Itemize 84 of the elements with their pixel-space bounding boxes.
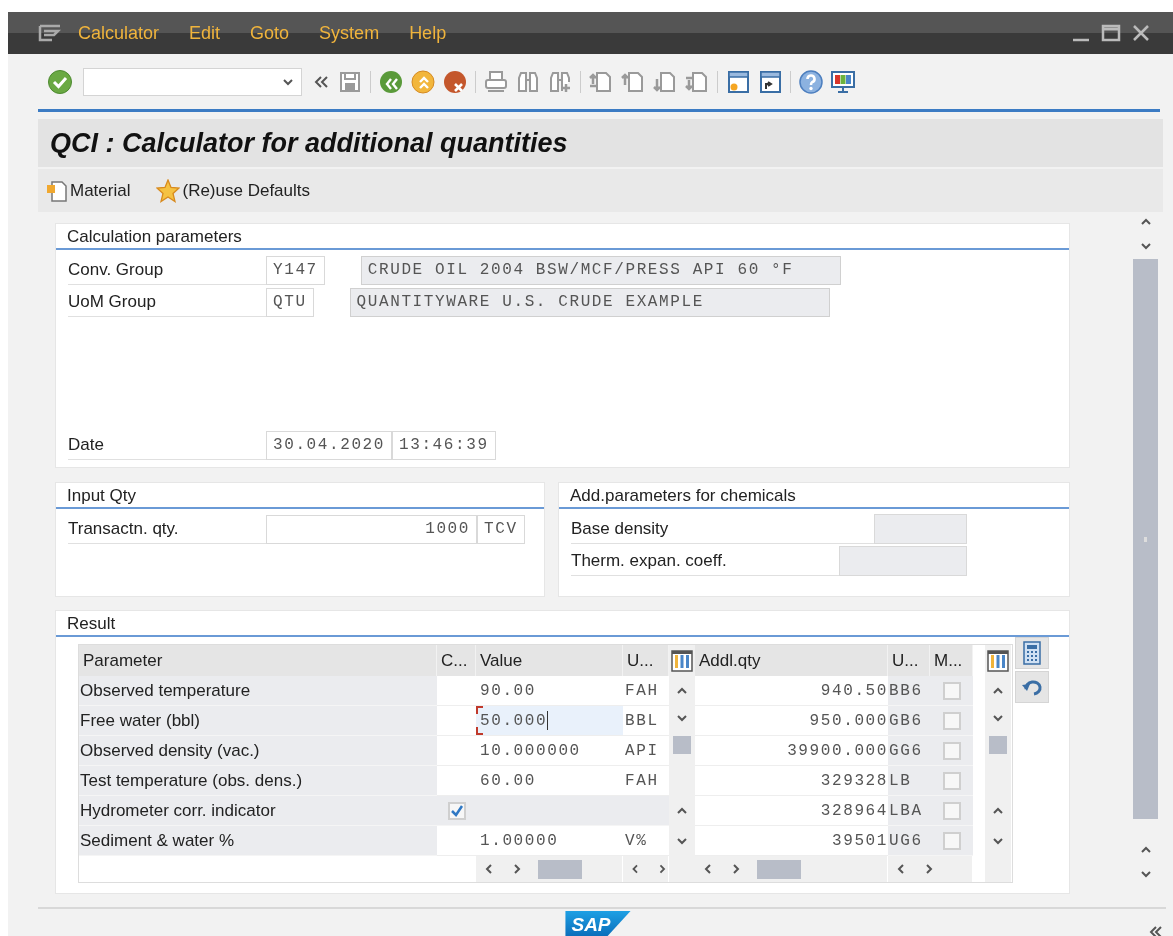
print-icon[interactable] [484, 69, 508, 94]
menu-icon[interactable] [38, 23, 62, 43]
save-icon[interactable] [338, 69, 362, 94]
new-window-icon[interactable] [726, 69, 750, 94]
menu-item[interactable]: Calculator [78, 19, 160, 47]
column-header[interactable]: Value [476, 645, 623, 676]
checkbox[interactable] [943, 741, 961, 760]
scroll-thumb[interactable] [538, 859, 582, 879]
scroll-thumb[interactable] [673, 736, 691, 754]
input-field[interactable]: 50.000 [476, 706, 623, 736]
input-field[interactable]: QTU [266, 287, 314, 317]
column-header[interactable]: Parameter [79, 645, 437, 676]
quantity-field[interactable]: 1000 [266, 514, 477, 544]
calculator-icon [1022, 641, 1042, 665]
command-field[interactable] [83, 67, 302, 96]
input-field[interactable]: 13:46:39 [392, 430, 496, 460]
help-icon[interactable] [799, 69, 823, 94]
toolbar-button[interactable]: Material [46, 177, 131, 204]
column-header[interactable]: U... [623, 645, 669, 676]
input-field[interactable]: Y147 [266, 255, 325, 285]
column-header[interactable]: Addl.qty [695, 645, 888, 676]
previous-page-icon[interactable] [621, 69, 645, 94]
menu-item[interactable]: Edit [189, 19, 221, 47]
field-label: Base density [571, 514, 874, 544]
table-cell: UG6 [888, 826, 930, 856]
scroll-thumb[interactable] [1133, 259, 1158, 819]
binoculars-icon[interactable] [516, 69, 540, 94]
table-cell: Free water (bbl) [79, 706, 437, 736]
up-circle-icon[interactable] [411, 69, 435, 94]
unit-field[interactable]: TCV [477, 514, 525, 544]
checkbox[interactable] [943, 771, 961, 790]
close-icon[interactable] [1131, 23, 1151, 43]
check-icon[interactable] [47, 68, 73, 95]
column-settings-icon[interactable] [986, 648, 1010, 673]
scroll-thumb[interactable] [757, 859, 801, 879]
group-title: Input Qty [56, 483, 544, 509]
table-cell: Observed temperature [79, 676, 437, 706]
column-header[interactable]: C... [437, 645, 476, 676]
group-title: Add.parameters for chemicals [559, 483, 1069, 509]
table-cell: GG6 [888, 736, 930, 766]
cancel-circle-icon[interactable] [443, 69, 467, 94]
first-page-icon[interactable] [589, 69, 613, 94]
column-settings-icon[interactable] [670, 648, 694, 673]
column-header[interactable]: U... [888, 645, 930, 676]
table-cell: Test temperature (obs. dens.) [79, 766, 437, 796]
menu-item[interactable]: Help [409, 19, 447, 47]
star-icon [156, 178, 181, 203]
group-title: Calculation parameters [56, 224, 1069, 250]
menu-item[interactable]: System [319, 19, 380, 47]
screen-title: QCI : Calculator for additional quantities [50, 126, 568, 160]
table-cell: Sediment & water % [79, 826, 437, 856]
calculator-button[interactable] [1015, 637, 1049, 669]
table-cell: Hydrometer corr. indicator [79, 796, 437, 826]
table-cell: GB6 [888, 706, 930, 736]
table-cell: BB6 [888, 676, 930, 706]
shortcut-window-icon[interactable] [758, 69, 782, 94]
document-icon [46, 179, 68, 202]
description-field: QUANTITYWARE U.S. CRUDE EXAMPLE [349, 287, 830, 317]
monitor-icon[interactable] [831, 69, 855, 94]
undo-icon [1020, 677, 1044, 697]
collapse-icon[interactable] [1148, 923, 1164, 936]
binoculars-plus-icon[interactable] [548, 69, 572, 94]
next-page-icon[interactable] [653, 69, 677, 94]
column-header[interactable]: M... [930, 645, 973, 676]
toolbar-button[interactable]: (Re)use Defaults [156, 177, 311, 204]
input-field[interactable]: 30.04.2020 [266, 430, 392, 460]
table-cell: Observed density (vac.) [79, 736, 437, 766]
checkbox[interactable] [943, 831, 961, 850]
scroll-thumb[interactable] [989, 736, 1007, 754]
checkbox[interactable] [943, 711, 961, 730]
table-cell: LB [888, 766, 930, 796]
back-circle-icon[interactable] [379, 69, 403, 94]
maximize-icon[interactable] [1101, 23, 1121, 43]
undo-button[interactable] [1015, 671, 1049, 703]
checkbox[interactable] [943, 801, 961, 820]
logo: SAP [565, 911, 631, 936]
menu-item[interactable]: Goto [250, 19, 290, 47]
checkbox[interactable] [943, 681, 961, 700]
description-field: CRUDE OIL 2004 BSW/MCF/PRESS API 60 °F [360, 255, 841, 285]
field-label: Therm. expan. coeff. [571, 546, 839, 576]
group-title: Result [56, 611, 1069, 637]
last-page-icon[interactable] [685, 69, 709, 94]
table-cell: LBA [888, 796, 930, 826]
checkbox[interactable] [448, 801, 466, 820]
